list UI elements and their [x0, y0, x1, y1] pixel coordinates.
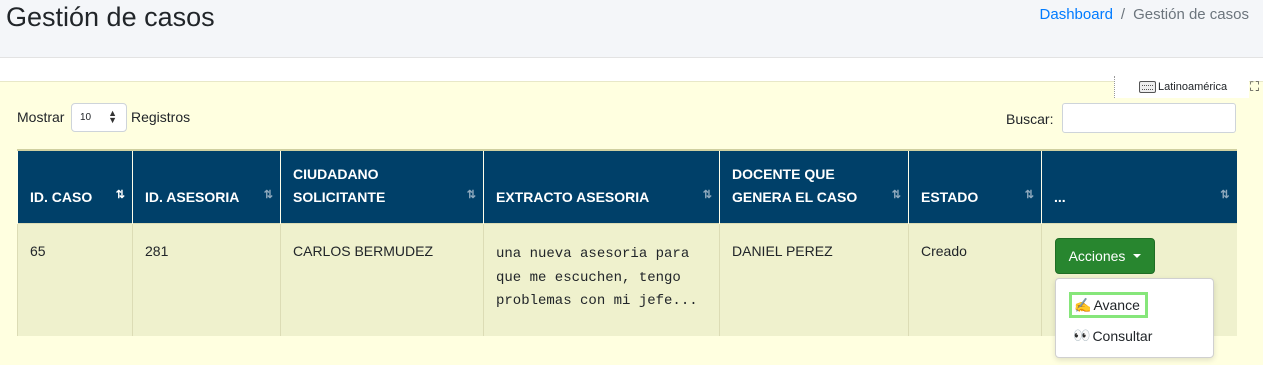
keyboard-layout-toggle[interactable]: Latinoamérica — [1114, 76, 1249, 98]
acciones-button-label: Acciones — [1068, 248, 1126, 264]
column-header-extracto[interactable]: EXTRACTO ASESORIA ⇅ — [483, 149, 720, 224]
column-header-docente[interactable]: DOCENTE QUE GENERA EL CASO ⇅ — [719, 149, 909, 224]
column-header-id-caso[interactable]: ID. CASO ⇅ — [17, 149, 133, 224]
sort-icon: ⇅ — [702, 189, 712, 201]
cell-estado: Creado — [908, 223, 1042, 336]
column-header-ciudadano[interactable]: CIUDADANO SOLICITANTE ⇅ — [280, 149, 484, 224]
show-entries-label: Mostrar — [17, 109, 65, 125]
menu-item-avance[interactable]: ✍️ Avance — [1069, 292, 1148, 318]
keyboard-icon — [1139, 81, 1156, 93]
sort-icon: ⇅ — [1024, 189, 1034, 201]
page-title: Gestión de casos — [6, 2, 215, 32]
column-header-actions[interactable]: ... ⇅ — [1041, 149, 1237, 224]
records-label: Registros — [131, 109, 191, 125]
cell-docente: DANIEL PEREZ — [719, 223, 909, 336]
writing-hand-icon: ✍️ — [1074, 296, 1092, 313]
menu-item-label: Consultar — [1092, 327, 1153, 344]
sort-icon: ⇅ — [466, 189, 476, 201]
sort-icon: ⇅ — [891, 189, 901, 201]
breadcrumb-dashboard-link[interactable]: Dashboard — [1040, 6, 1113, 23]
eyes-icon: 👀 — [1073, 327, 1091, 343]
breadcrumb-current: Gestión de casos — [1133, 6, 1249, 23]
column-header-id-asesoria[interactable]: ID. ASESORIA ⇅ — [132, 149, 281, 224]
breadcrumb: Dashboard / Gestión de casos — [1040, 6, 1249, 23]
cell-id-asesoria: 281 — [132, 223, 281, 336]
actions-dropdown-menu: ✍️ Avance 👀 Consultar — [1055, 278, 1214, 358]
table-header-row: ID. CASO ⇅ ID. ASESORIA ⇅ CIUDADANO SOLICI… — [17, 149, 1237, 224]
sort-desc-icon: ⇅ — [115, 189, 125, 201]
next-row-partial — [17, 353, 1236, 364]
sort-icon: ⇅ — [263, 189, 273, 201]
sort-icon: ⇅ — [1220, 189, 1229, 201]
search-label: Buscar: — [1006, 111, 1054, 127]
menu-item-consultar[interactable]: 👀 Consultar — [1073, 327, 1152, 344]
search-input[interactable] — [1062, 103, 1236, 133]
card-header — [0, 57, 1263, 82]
column-header-estado[interactable]: ESTADO ⇅ — [908, 149, 1042, 224]
cell-id-caso: 65 — [17, 223, 133, 336]
caret-down-icon — [1133, 254, 1142, 258]
cases-table: ID. CASO ⇅ ID. ASESORIA ⇅ CIUDADANO SOLICI… — [17, 149, 1237, 336]
table-row: 65 281 CARLOS BERMUDEZ una nueva asesori… — [17, 223, 1237, 336]
cell-ciudadano: CARLOS BERMUDEZ — [280, 223, 484, 336]
page-size-select[interactable]: 10 ▲ ▼ — [71, 103, 127, 132]
select-arrows-icon: ▲ ▼ — [108, 108, 117, 125]
acciones-button[interactable]: Acciones — [1055, 238, 1155, 274]
cell-extracto: una nueva asesoria para que me escuchen,… — [483, 223, 720, 336]
keyboard-layout-label: Latinoamérica — [1158, 81, 1228, 93]
menu-item-label: Avance — [1093, 297, 1140, 313]
breadcrumb-separator: / — [1120, 6, 1126, 23]
page-size-value: 10 — [80, 112, 92, 123]
expand-icon[interactable]: ⛶ — [1250, 79, 1259, 95]
